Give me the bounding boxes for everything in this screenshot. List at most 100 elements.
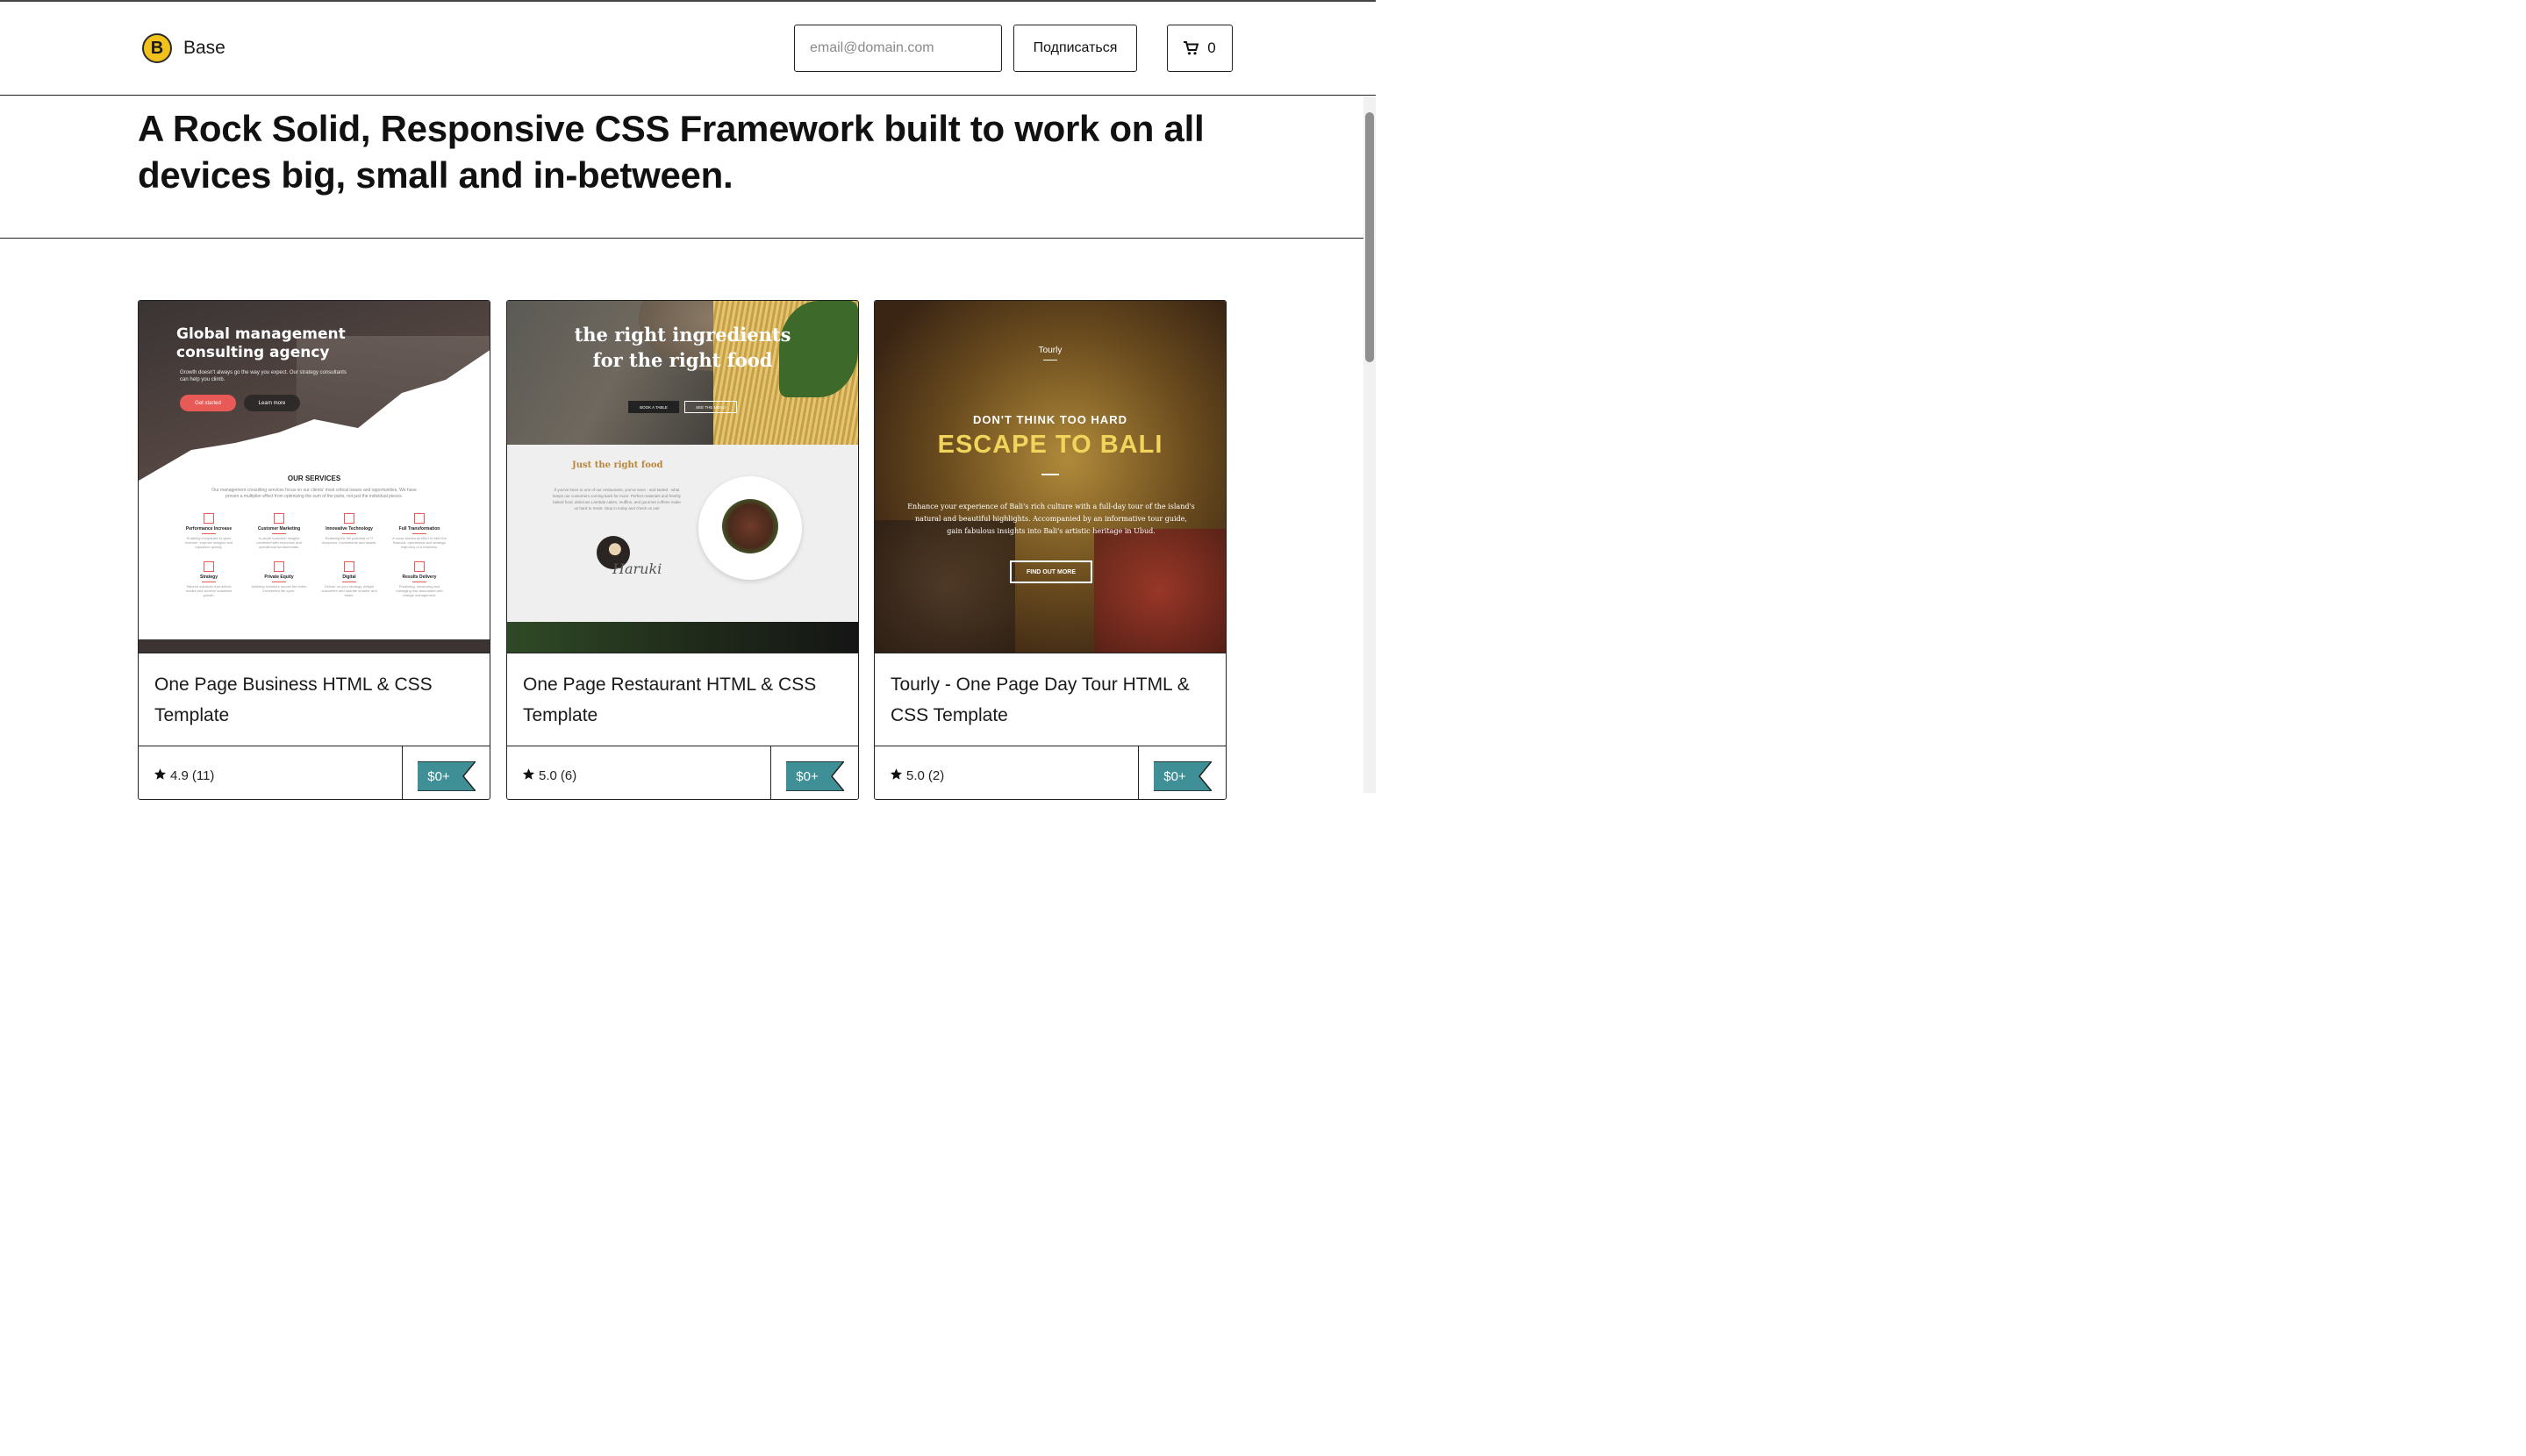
service-item: Digital Deliver on your strategy, delight… (314, 561, 384, 597)
divider (412, 533, 426, 534)
service-name: Strategy (199, 575, 218, 580)
service-icon (204, 513, 214, 524)
cart-count: 0 (1207, 39, 1216, 56)
service-icon (414, 513, 425, 524)
service-item: Private Equity Advising investors across … (244, 561, 314, 597)
service-name: Innovative Technology (326, 526, 373, 532)
service-name: Private Equity (264, 575, 294, 580)
service-icon (414, 561, 425, 572)
thumb-services-desc: Our management consulting services focus… (211, 488, 417, 499)
thumb-signature: Haruki (612, 560, 662, 577)
star-icon (154, 767, 167, 784)
service-item: Strategy Tailored solutions that deliver … (174, 561, 244, 597)
card-footer: 5.0 (2) $0+ (875, 746, 1226, 799)
divider (1041, 474, 1059, 475)
thumb-bottom-strip (139, 639, 490, 653)
service-desc: Realizing the full potential of IT resou… (321, 536, 377, 545)
service-desc: Deliver on your strategy, delight custom… (321, 584, 377, 597)
service-name: Customer Marketing (257, 526, 301, 532)
service-icon (274, 561, 284, 572)
divider (202, 533, 216, 534)
scrollbar-thumb[interactable] (1365, 112, 1374, 362)
service-desc: Predicting, measuring and managing risk … (396, 584, 443, 597)
card-title[interactable]: One Page Business HTML & CSS Template (154, 669, 479, 731)
card-title[interactable]: One Page Restaurant HTML & CSS Template (523, 669, 848, 731)
thumb-get-started-button: Get started (180, 395, 236, 411)
card-footer: 5.0 (6) $0+ (507, 746, 858, 799)
service-icon (274, 513, 284, 524)
footer-divider (402, 746, 403, 799)
thumb-headline-line-1: the right ingredients (574, 324, 791, 346)
service-name: Results Delivery (402, 575, 437, 580)
thumb-learn-more-button: Learn more (244, 395, 300, 411)
brand[interactable]: B Base (142, 33, 225, 63)
cart-button[interactable]: 0 (1167, 25, 1233, 72)
brand-name: Base (183, 38, 225, 58)
footer-divider (770, 746, 771, 799)
service-name: Full Transformation (398, 526, 440, 532)
thumb-headline-line-2: for the right food (592, 349, 773, 371)
card-footer: 4.9 (11) $0+ (139, 746, 490, 799)
product-card-tourly[interactable]: Tourly DON'T THINK TOO HARD ESCAPE TO BA… (874, 300, 1227, 800)
rating: 5.0 (2) (890, 767, 944, 784)
thumb-section (507, 445, 858, 622)
brand-logo-icon: B (142, 33, 172, 63)
price-tag[interactable]: $0+ (1154, 761, 1212, 791)
service-desc: Tailored solutions that deliver results … (185, 584, 233, 597)
service-icon (204, 561, 214, 572)
hero: A Rock Solid, Responsive CSS Framework b… (0, 96, 1376, 239)
email-field[interactable] (794, 25, 1002, 72)
rating-value: 5.0 (539, 768, 557, 783)
service-desc: Advising investors across the entire inv… (251, 584, 307, 593)
thumb-mask-detail (1094, 529, 1226, 653)
price-tag[interactable]: $0+ (418, 761, 476, 791)
star-icon (522, 767, 535, 784)
service-icon (344, 561, 354, 572)
cart-icon (1184, 41, 1199, 55)
service-item: Customer Marketing In-depth customer insi… (244, 513, 314, 549)
card-title[interactable]: Tourly - One Page Day Tour HTML & CSS Te… (891, 669, 1215, 731)
service-name: Performance Increase (185, 526, 233, 532)
thumb-book-table-button: BOOK A TABLE (628, 401, 679, 413)
service-desc: In-depth customer insights combined with… (256, 536, 302, 549)
thumb-services-title: OUR SERVICES (287, 475, 341, 482)
rating: 5.0 (6) (522, 767, 576, 784)
card-thumbnail[interactable]: Global management consulting agency Grow… (139, 301, 490, 653)
footer-divider (1138, 746, 1139, 799)
service-name: Digital (342, 575, 356, 580)
hero-headline: A Rock Solid, Responsive CSS Framework b… (138, 108, 1205, 196)
product-card-restaurant[interactable]: the right ingredients for the right food… (506, 300, 859, 800)
service-item: Innovative Technology Realizing the full … (314, 513, 384, 549)
card-thumbnail[interactable]: Tourly DON'T THINK TOO HARD ESCAPE TO BA… (875, 301, 1226, 653)
rating-count: (11) (191, 768, 215, 783)
thumb-bottom-strip (507, 622, 858, 653)
product-card-business[interactable]: Global management consulting agency Grow… (138, 300, 490, 800)
thumb-section-text: If you've been to one of our restaurants… (553, 488, 681, 510)
rating-count: (6) (560, 768, 577, 783)
rating-value: 5.0 (906, 768, 925, 783)
thumb-headline: ESCAPE TO BALI (937, 431, 1163, 459)
thumb-headline: Global management consulting agency (176, 325, 346, 361)
rating: 4.9 (11) (154, 767, 214, 784)
rating-value: 4.9 (170, 768, 189, 783)
price-label: $0+ (796, 768, 819, 784)
service-desc: A cross-functional effort to alter the f… (392, 536, 447, 549)
thumb-shadow-detail (875, 520, 1015, 653)
divider (342, 533, 356, 534)
price-label: $0+ (1163, 768, 1186, 784)
thumb-services-grid: Performance Increase Enabling companies t… (174, 513, 454, 597)
service-item: Results Delivery Predicting, measuring an… (384, 561, 454, 597)
thumb-subtext: Growth doesn't always go the way you exp… (180, 370, 347, 382)
price-tag[interactable]: $0+ (786, 761, 844, 791)
divider (272, 533, 286, 534)
thumb-find-out-more-button: FIND OUT MORE (1010, 560, 1092, 583)
service-desc: Enabling companies to grow revenue, impr… (184, 536, 233, 549)
subscribe-button[interactable]: Подписаться (1013, 25, 1137, 72)
service-icon (344, 513, 354, 524)
card-thumbnail[interactable]: the right ingredients for the right food… (507, 301, 858, 653)
thumb-description: Enhance your experience of Bali's rich c… (907, 503, 1195, 535)
thumb-headline: the right ingredients for the right food (507, 322, 858, 373)
star-icon (890, 767, 903, 784)
thumb-section-title: Just the right food (572, 460, 663, 470)
service-item: Full Transformation A cross-functional ef… (384, 513, 454, 549)
